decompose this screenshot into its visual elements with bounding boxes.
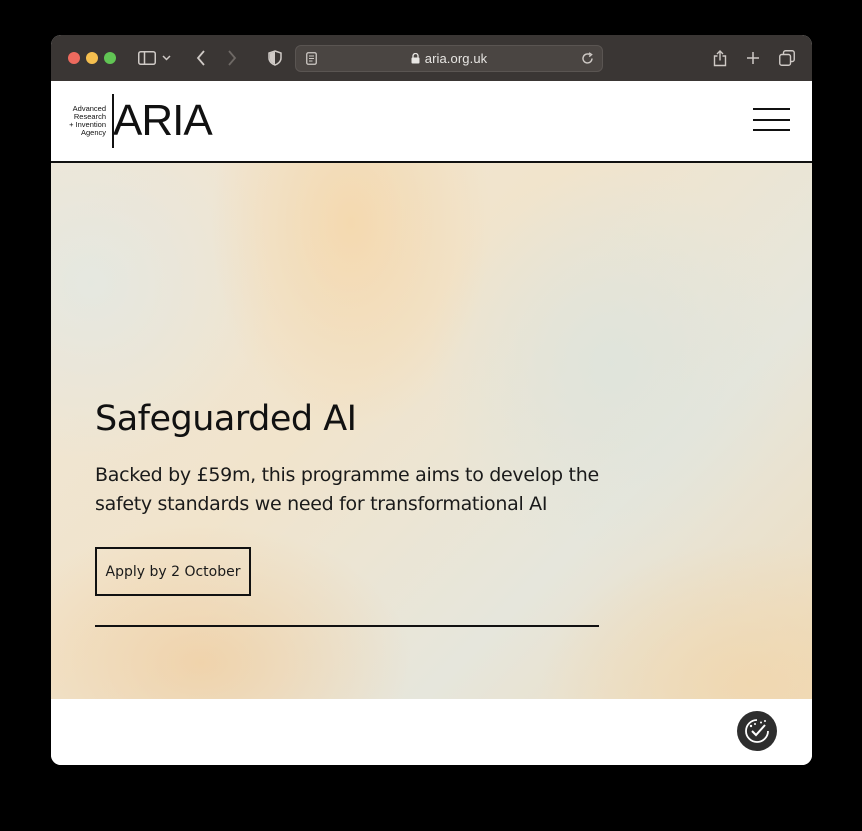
content-area xyxy=(51,699,812,765)
logo-line: Agency xyxy=(80,128,106,137)
new-tab-icon[interactable] xyxy=(742,47,764,69)
back-icon[interactable] xyxy=(190,47,212,69)
logo-tagline: Advanced Research + Invention Agency xyxy=(63,105,106,137)
share-icon[interactable] xyxy=(709,47,731,69)
browser-toolbar: aria.org.uk xyxy=(51,35,812,81)
reload-icon[interactable] xyxy=(576,47,598,69)
address-bar[interactable]: aria.org.uk xyxy=(295,45,603,72)
hero-divider xyxy=(95,625,599,627)
logo-wordmark: ARIA xyxy=(113,96,213,145)
url-display: aria.org.uk xyxy=(296,51,602,67)
menu-icon[interactable] xyxy=(753,108,790,132)
cookie-consent-icon[interactable] xyxy=(737,711,777,751)
tab-overview-icon[interactable] xyxy=(776,47,798,69)
hero-description: Backed by £59m, this programme aims to d… xyxy=(95,464,599,515)
chevron-down-icon[interactable] xyxy=(160,47,172,69)
forward-icon[interactable] xyxy=(221,47,243,69)
minimize-window-button[interactable] xyxy=(86,52,98,64)
url-text: aria.org.uk xyxy=(424,51,488,66)
sidebar-icon[interactable] xyxy=(136,47,158,69)
apply-button[interactable]: Apply by 2 October xyxy=(95,547,251,596)
hero-title: Safeguarded AI xyxy=(95,399,357,439)
site-header: Advanced Research + Invention Agency ARI… xyxy=(51,81,812,163)
zoom-window-button[interactable] xyxy=(104,52,116,64)
hero-section: Safeguarded AI Backed by £59m, this prog… xyxy=(51,163,812,699)
privacy-shield-icon[interactable] xyxy=(264,47,286,69)
lock-icon xyxy=(411,52,420,67)
close-window-button[interactable] xyxy=(68,52,80,64)
browser-window: aria.org.uk Advanced Research + Inventio… xyxy=(51,35,812,765)
